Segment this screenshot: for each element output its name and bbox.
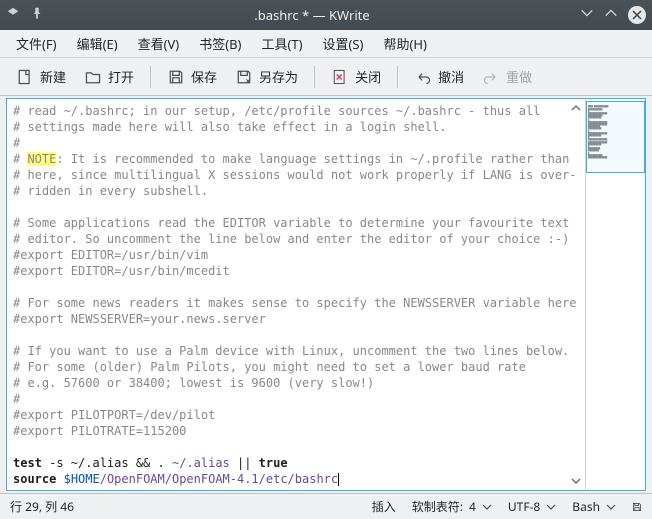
toolbar-separator <box>314 66 315 88</box>
chevron-down-icon <box>606 502 616 512</box>
saveas-label: 另存为 <box>259 67 298 86</box>
menu-tools[interactable]: 工具(T) <box>253 31 310 56</box>
open-button[interactable]: 打开 <box>76 63 142 90</box>
toolbar: 新建 打开 保存 另存为 关闭 撤消 重做 <box>0 58 652 96</box>
code-line: # For some (older) Palm Pilots, you migh… <box>13 360 526 374</box>
window-title: .bashrc * — KWrite <box>44 6 580 24</box>
code-line: #export PILOTRATE=115200 <box>13 424 186 438</box>
code-line: # ridden in every subshell. <box>13 184 208 198</box>
status-insert-mode[interactable]: 插入 <box>372 498 396 515</box>
softtab-value: 4 <box>469 498 476 515</box>
scroll-up-icon[interactable] <box>569 101 583 115</box>
code-op: && <box>136 456 150 470</box>
menubar: 文件(F) 编辑(E) 查看(V) 书签(B) 工具(T) 设置(S) 帮助(H… <box>0 30 652 58</box>
close-icon[interactable] <box>628 6 646 24</box>
saveas-button[interactable]: 另存为 <box>227 63 306 90</box>
code-var: $HOME <box>64 472 100 486</box>
open-label: 打开 <box>108 67 134 86</box>
code-line: #export EDITOR=/usr/bin/vim <box>13 248 208 262</box>
statusbar: 行 29, 列 46 插入 软制表符: 4 UTF-8 Bash <box>0 493 652 519</box>
undo-button[interactable]: 撤消 <box>406 63 472 90</box>
code-keyword: source <box>13 472 56 486</box>
code-line: # settings made here will also take effe… <box>13 120 446 134</box>
highlighted-text: NOTE <box>27 152 56 166</box>
code-text <box>56 472 63 486</box>
status-position[interactable]: 行 29, 列 46 <box>10 498 74 515</box>
code-line: # e.g. 57600 or 38400; lowest is 9600 (v… <box>13 376 374 390</box>
save-icon <box>167 68 185 86</box>
minimap-viewport[interactable] <box>586 101 645 173</box>
text-cursor <box>338 473 339 486</box>
code-line: #export EDITOR=/usr/bin/mcedit <box>13 264 230 278</box>
code-op: || <box>230 456 259 470</box>
code-line: # <box>13 392 20 406</box>
code-line: #export PILOTPORT=/dev/pilot <box>13 408 215 422</box>
encoding-label: UTF-8 <box>508 498 540 515</box>
syntax-label: Bash <box>572 498 600 515</box>
new-file-icon <box>16 68 34 86</box>
titlebar: .bashrc * — KWrite <box>0 0 652 30</box>
code-line: # editor. So uncomment the line below an… <box>13 232 569 246</box>
menu-help[interactable]: 帮助(H) <box>375 31 434 56</box>
undo-label: 撤消 <box>438 67 464 86</box>
status-softtab[interactable]: 软制表符: 4 <box>412 498 492 515</box>
app-menu-icon[interactable] <box>6 6 20 24</box>
code-keyword: test <box>13 456 42 470</box>
menu-settings[interactable]: 设置(S) <box>315 31 372 56</box>
save-button[interactable]: 保存 <box>159 63 225 90</box>
saveas-icon <box>235 68 253 86</box>
code-text: -s ~/.alias <box>42 456 136 470</box>
close-doc-icon <box>331 68 349 86</box>
chevron-down-icon <box>546 502 556 512</box>
close-button[interactable]: 关闭 <box>323 63 389 90</box>
softtab-label: 软制表符: <box>412 498 463 515</box>
menu-view[interactable]: 查看(V) <box>130 31 188 56</box>
toolbar-separator <box>150 66 151 88</box>
code-line: # here, since multilingual X sessions wo… <box>13 168 577 182</box>
undo-icon <box>414 68 432 86</box>
status-encoding[interactable]: UTF-8 <box>508 498 556 515</box>
status-save-icon[interactable] <box>632 502 642 512</box>
close-label: 关闭 <box>355 67 381 86</box>
redo-icon <box>482 68 500 86</box>
pin-icon[interactable] <box>30 6 44 24</box>
redo-label: 重做 <box>506 67 532 86</box>
code-keyword: true <box>259 456 288 470</box>
editor-area: # read ~/.bashrc; in our setup, /etc/pro… <box>6 98 646 491</box>
code-line: #export NEWSSERVER=your.news.server <box>13 312 266 326</box>
toolbar-separator <box>397 66 398 88</box>
save-label: 保存 <box>191 67 217 86</box>
code-line: # Some applications read the EDITOR vari… <box>13 216 569 230</box>
code-text: . <box>150 456 172 470</box>
code-line: # If you want to use a Palm device with … <box>13 344 569 358</box>
minimap[interactable]: ████ ████████████ ████████████ █ ███████… <box>585 99 645 490</box>
code-line: # <box>13 136 20 150</box>
code-line: # For some news readers it makes sense t… <box>13 296 577 310</box>
maximize-icon[interactable] <box>604 6 618 24</box>
menu-file[interactable]: 文件(F) <box>8 31 65 56</box>
minimize-icon[interactable] <box>580 6 594 24</box>
new-button[interactable]: 新建 <box>8 63 74 90</box>
code-line: # <box>13 152 27 166</box>
new-label: 新建 <box>40 67 66 86</box>
open-folder-icon <box>84 68 102 86</box>
menu-bookmarks[interactable]: 书签(B) <box>191 31 249 56</box>
code-path: /OpenFOAM/OpenFOAM-4.1/etc/bashrc <box>100 472 338 486</box>
chevron-down-icon <box>482 502 492 512</box>
redo-button[interactable]: 重做 <box>474 63 540 90</box>
status-syntax[interactable]: Bash <box>572 498 616 515</box>
code-path: ~/.alias <box>172 456 230 470</box>
code-line: : It is recommended to make language set… <box>56 152 569 166</box>
code-editor[interactable]: # read ~/.bashrc; in our setup, /etc/pro… <box>7 99 585 490</box>
code-line: # read ~/.bashrc; in our setup, /etc/pro… <box>13 104 540 118</box>
menu-edit[interactable]: 编辑(E) <box>69 31 126 56</box>
scroll-down-icon[interactable] <box>569 474 583 488</box>
